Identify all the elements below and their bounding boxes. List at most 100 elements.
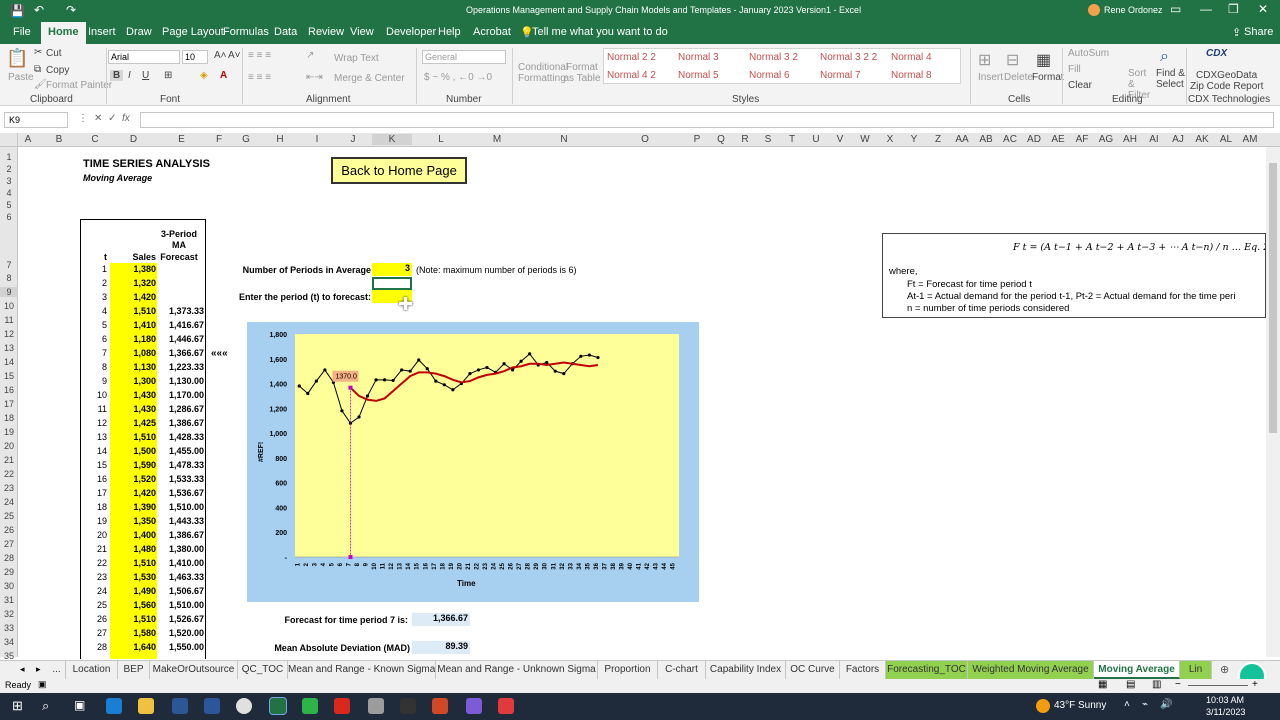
format-painter-icon[interactable]: 🖌 — [34, 79, 47, 90]
indent-icon[interactable]: ⇤⇥ — [306, 72, 323, 83]
row-header[interactable]: 19 — [0, 427, 18, 437]
sheet-tab-moving-average[interactable]: Moving Average — [1094, 661, 1180, 679]
orientation-icon[interactable]: ↗ — [306, 50, 314, 61]
column-header[interactable]: X — [878, 134, 902, 145]
share-icon[interactable]: ⇪ — [1232, 26, 1241, 39]
cut-icon[interactable]: ✂ — [34, 47, 42, 58]
format-cells-icon[interactable]: ▦ — [1036, 50, 1051, 70]
column-header[interactable]: G — [232, 134, 260, 145]
style-normal-6[interactable]: Normal 6 — [749, 70, 790, 85]
formula-textbox[interactable]: F t = (A t−1 + A t−2 + A t−3 + ⋯ A t−n) … — [882, 233, 1266, 318]
normal-view-icon[interactable]: ▦ — [1098, 679, 1107, 690]
style-normal-8[interactable]: Normal 8 — [891, 70, 932, 85]
tab-home[interactable]: Home — [41, 22, 86, 44]
column-header[interactable]: AF — [1070, 134, 1094, 145]
tab-developer[interactable]: Developer — [386, 26, 436, 38]
row-header[interactable]: 32 — [0, 609, 18, 619]
name-box[interactable]: K9 — [4, 112, 68, 128]
row-header[interactable]: 10 — [0, 301, 18, 311]
borders-icon[interactable]: ⊞ — [164, 70, 172, 81]
back-to-home-button[interactable]: Back to Home Page — [331, 157, 467, 184]
column-header[interactable]: U — [804, 134, 828, 145]
row-header[interactable]: 21 — [0, 455, 18, 465]
row-header[interactable]: 31 — [0, 595, 18, 605]
formula-input[interactable] — [140, 112, 1274, 128]
clock-date[interactable]: 3/11/2023 — [1206, 707, 1245, 717]
ribbon-display-icon[interactable]: ▭ — [1170, 2, 1181, 16]
column-header[interactable]: AM — [1238, 134, 1262, 145]
style-normal-4[interactable]: Normal 4 — [891, 52, 932, 67]
column-header[interactable]: O — [604, 134, 686, 145]
font-name-select[interactable]: Arial — [108, 50, 180, 64]
column-header[interactable]: E — [157, 134, 206, 145]
column-header[interactable]: AE — [1046, 134, 1070, 145]
number-format-select[interactable]: General — [422, 50, 506, 64]
style-normal-5[interactable]: Normal 5 — [678, 70, 719, 85]
format-cells-button[interactable]: Format — [1032, 72, 1064, 83]
conditional-formatting-button[interactable]: Conditional Formatting — [518, 62, 568, 84]
column-header[interactable]: V — [828, 134, 852, 145]
column-header[interactable]: D — [110, 134, 157, 145]
tab-review[interactable]: Review — [308, 26, 344, 38]
sheet-tab-qc-toc[interactable]: QC_TOC — [238, 661, 288, 679]
column-header[interactable]: AH — [1118, 134, 1142, 145]
column-header[interactable]: P — [686, 134, 708, 145]
row-header[interactable]: 18 — [0, 413, 18, 423]
style-normal-2-2[interactable]: Normal 2 2 — [607, 52, 656, 67]
column-header[interactable]: AC — [998, 134, 1022, 145]
sheet-tab-factors[interactable]: Factors — [840, 661, 886, 679]
task-view-icon[interactable]: ▣ — [74, 698, 85, 712]
column-header[interactable]: Y — [902, 134, 926, 145]
column-header[interactable]: J — [334, 134, 372, 145]
column-header[interactable]: N — [524, 134, 604, 145]
page-break-icon[interactable]: ▥ — [1152, 679, 1161, 690]
camtasia-icon[interactable] — [302, 698, 318, 714]
delete-cells-button[interactable]: Delete — [1004, 72, 1033, 83]
column-header[interactable]: H — [260, 134, 300, 145]
row-header[interactable]: 30 — [0, 581, 18, 591]
row-header[interactable]: 13 — [0, 343, 18, 353]
row-header[interactable]: 17 — [0, 399, 18, 409]
row-header[interactable]: 5 — [0, 200, 18, 210]
column-header[interactable]: W — [852, 134, 878, 145]
fill-color-icon[interactable]: ◈ — [200, 70, 208, 81]
merge-center-button[interactable]: Merge & Center — [334, 73, 405, 84]
sheet-tab-mean-range-known[interactable]: Mean and Range - Known Sigma — [288, 661, 436, 679]
autosum-button[interactable]: AutoSum — [1068, 48, 1109, 59]
tab-view[interactable]: View — [350, 26, 374, 38]
align-left-icon[interactable]: ≡ ≡ ≡ — [248, 72, 271, 83]
column-header[interactable]: AG — [1094, 134, 1118, 145]
weather-text[interactable]: 43°F Sunny — [1054, 700, 1106, 711]
column-header[interactable]: A — [18, 134, 38, 145]
fx-icon[interactable]: fx — [122, 113, 130, 124]
underline-button[interactable]: U — [142, 70, 149, 81]
row-header[interactable]: 34 — [0, 637, 18, 647]
row-header[interactable]: 29 — [0, 567, 18, 577]
column-header[interactable]: AI — [1142, 134, 1166, 145]
row-header[interactable]: 2 — [0, 164, 18, 174]
sheet-tab-weighted-moving-average[interactable]: Weighted Moving Average — [968, 661, 1094, 679]
style-normal-3-2[interactable]: Normal 3 2 — [749, 52, 798, 67]
app-icon[interactable] — [368, 698, 384, 714]
currency-icon[interactable]: $ ~ % , ←0 →0 — [424, 72, 492, 83]
cancel-icon[interactable]: ✕ — [94, 113, 102, 124]
redo-icon[interactable]: ↷ — [66, 3, 76, 17]
row-header[interactable]: 1 — [0, 152, 18, 162]
app-icon-2[interactable] — [400, 698, 416, 714]
delete-cells-icon[interactable]: ⊟ — [1006, 50, 1019, 70]
italic-button[interactable]: I — [128, 70, 131, 81]
row-header[interactable]: 33 — [0, 623, 18, 633]
column-header[interactable]: T — [780, 134, 804, 145]
sheet-tab-location[interactable]: Location — [66, 661, 118, 679]
minimize-icon[interactable]: — — [1200, 2, 1212, 16]
tab-file[interactable]: File — [13, 26, 31, 38]
column-header[interactable]: C — [80, 134, 110, 145]
selected-cell-k9[interactable] — [372, 277, 412, 290]
style-normal-3[interactable]: Normal 3 — [678, 52, 719, 67]
style-normal-4-2[interactable]: Normal 4 2 — [607, 70, 656, 85]
app-icon-4[interactable] — [498, 698, 514, 714]
row-header[interactable]: 8 — [0, 273, 18, 283]
file-explorer-icon[interactable] — [138, 698, 154, 714]
column-header-selected[interactable]: K — [372, 134, 412, 145]
select-all-button[interactable] — [0, 133, 18, 147]
